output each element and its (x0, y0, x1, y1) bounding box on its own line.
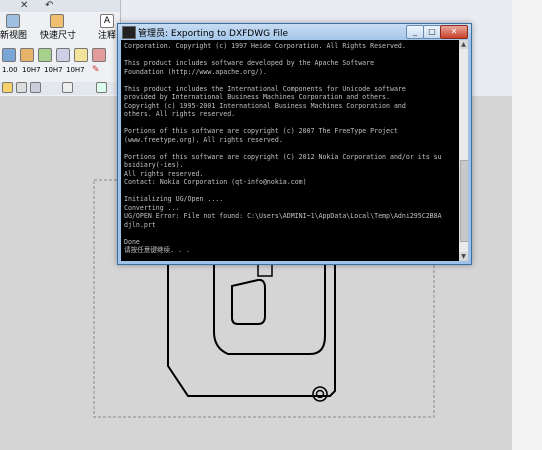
dimension-icon (50, 14, 64, 28)
quick-dimension-label: 快速尺寸 (40, 31, 77, 41)
tolerance-a[interactable]: 10H7 (22, 66, 41, 74)
ribbon-toolbar: ✕ ↶ 新视图 快速尺寸 A 注释 1.00 10H7 10H7 10H7 ✎ (0, 0, 121, 96)
snap-icon[interactable] (30, 82, 41, 93)
note-icon[interactable] (20, 48, 34, 62)
tolerance-b[interactable]: 10H7 (44, 66, 63, 74)
console-title: 管理员: Exporting to DXFDWG File (138, 29, 289, 39)
view-icon (6, 14, 20, 28)
filter-icon[interactable] (16, 82, 27, 93)
inner-slot (213, 264, 326, 355)
toolbar-row-icons (0, 46, 120, 64)
scroll-up-icon[interactable]: ▲ (459, 40, 468, 49)
scale-value[interactable]: 1.00 (2, 66, 18, 74)
text-icon: A (100, 14, 114, 28)
console-icon (122, 26, 136, 39)
selection-toolbar (0, 82, 120, 95)
console-window[interactable]: 管理员: Exporting to DXFDWG File _ □ ✕ Corp… (117, 23, 472, 265)
pencil-icon[interactable]: ✎ (92, 65, 100, 75)
quick-dimension-button[interactable]: 快速尺寸 (40, 12, 76, 41)
console-text: Corporation. Copyright (c) 1997 Heide Co… (124, 42, 442, 254)
edit-icon[interactable] (92, 48, 106, 62)
minimize-button[interactable]: _ (406, 25, 424, 39)
maximize-button[interactable]: □ (423, 25, 441, 39)
grid-icon[interactable] (38, 48, 52, 62)
point-icon[interactable] (62, 82, 73, 93)
move-icon[interactable] (96, 82, 107, 93)
console-scrollbar[interactable]: ▲ ▼ (459, 40, 468, 261)
undo-icon[interactable]: ↶ (45, 0, 53, 11)
part-outline (167, 264, 336, 397)
layer-icon[interactable] (2, 48, 16, 62)
toolbar-row-tolerance: 1.00 10H7 10H7 10H7 ✎ (0, 65, 120, 79)
table-icon[interactable] (74, 48, 88, 62)
tolerance-c[interactable]: 10H7 (66, 66, 85, 74)
console-output[interactable]: Corporation. Copyright (c) 1997 Heide Co… (121, 40, 468, 261)
scroll-thumb[interactable] (460, 160, 468, 242)
annotation-label: 注释 (98, 31, 117, 41)
close-icon[interactable]: ✕ (20, 0, 28, 11)
select-icon[interactable] (2, 82, 13, 93)
close-button[interactable]: ✕ (440, 25, 468, 39)
new-view-button[interactable]: 新视图 (0, 12, 30, 41)
console-titlebar[interactable]: 管理员: Exporting to DXFDWG File _ □ ✕ (118, 24, 471, 40)
inner-pocket (231, 278, 266, 325)
hole-outer (312, 386, 328, 402)
scroll-down-icon[interactable]: ▼ (459, 252, 468, 261)
right-panel (512, 0, 542, 450)
tab-outline (257, 264, 273, 277)
toolbar-row-top (0, 0, 120, 12)
frame-icon[interactable] (56, 48, 70, 62)
new-view-label: 新视图 (0, 31, 28, 41)
